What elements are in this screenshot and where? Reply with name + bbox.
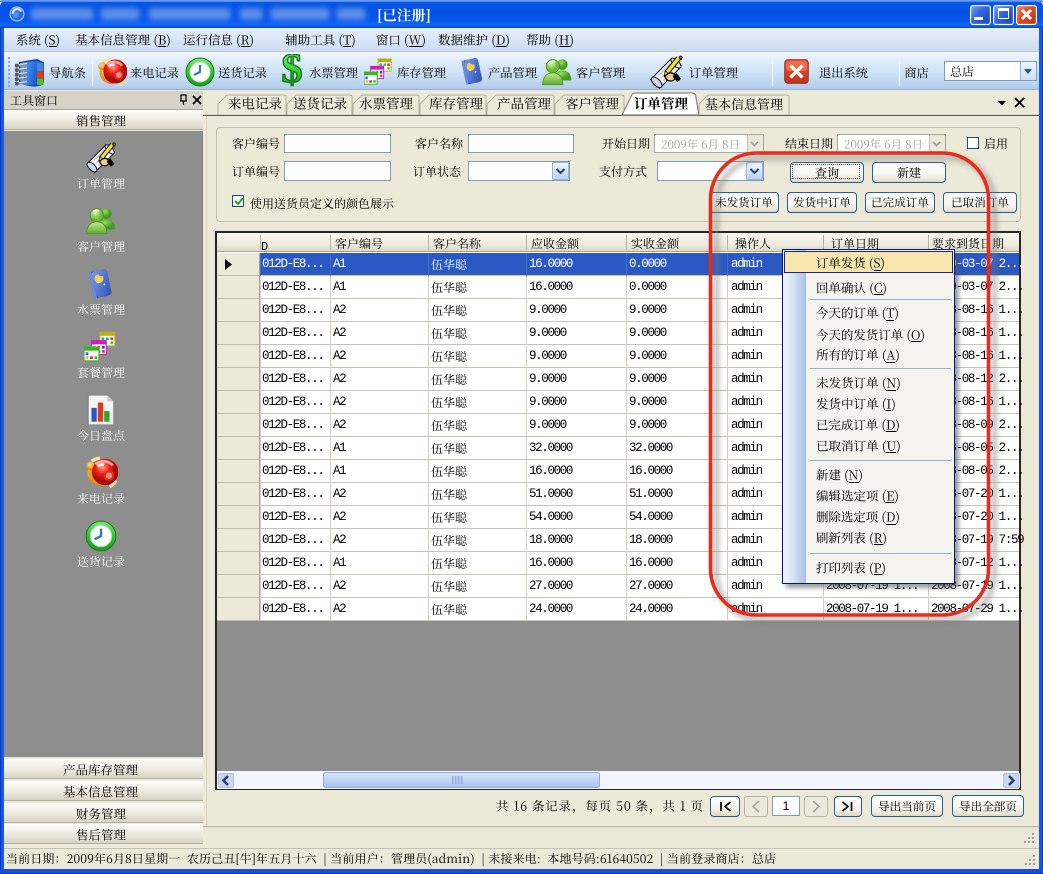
svg-text:$: $ (281, 54, 302, 88)
